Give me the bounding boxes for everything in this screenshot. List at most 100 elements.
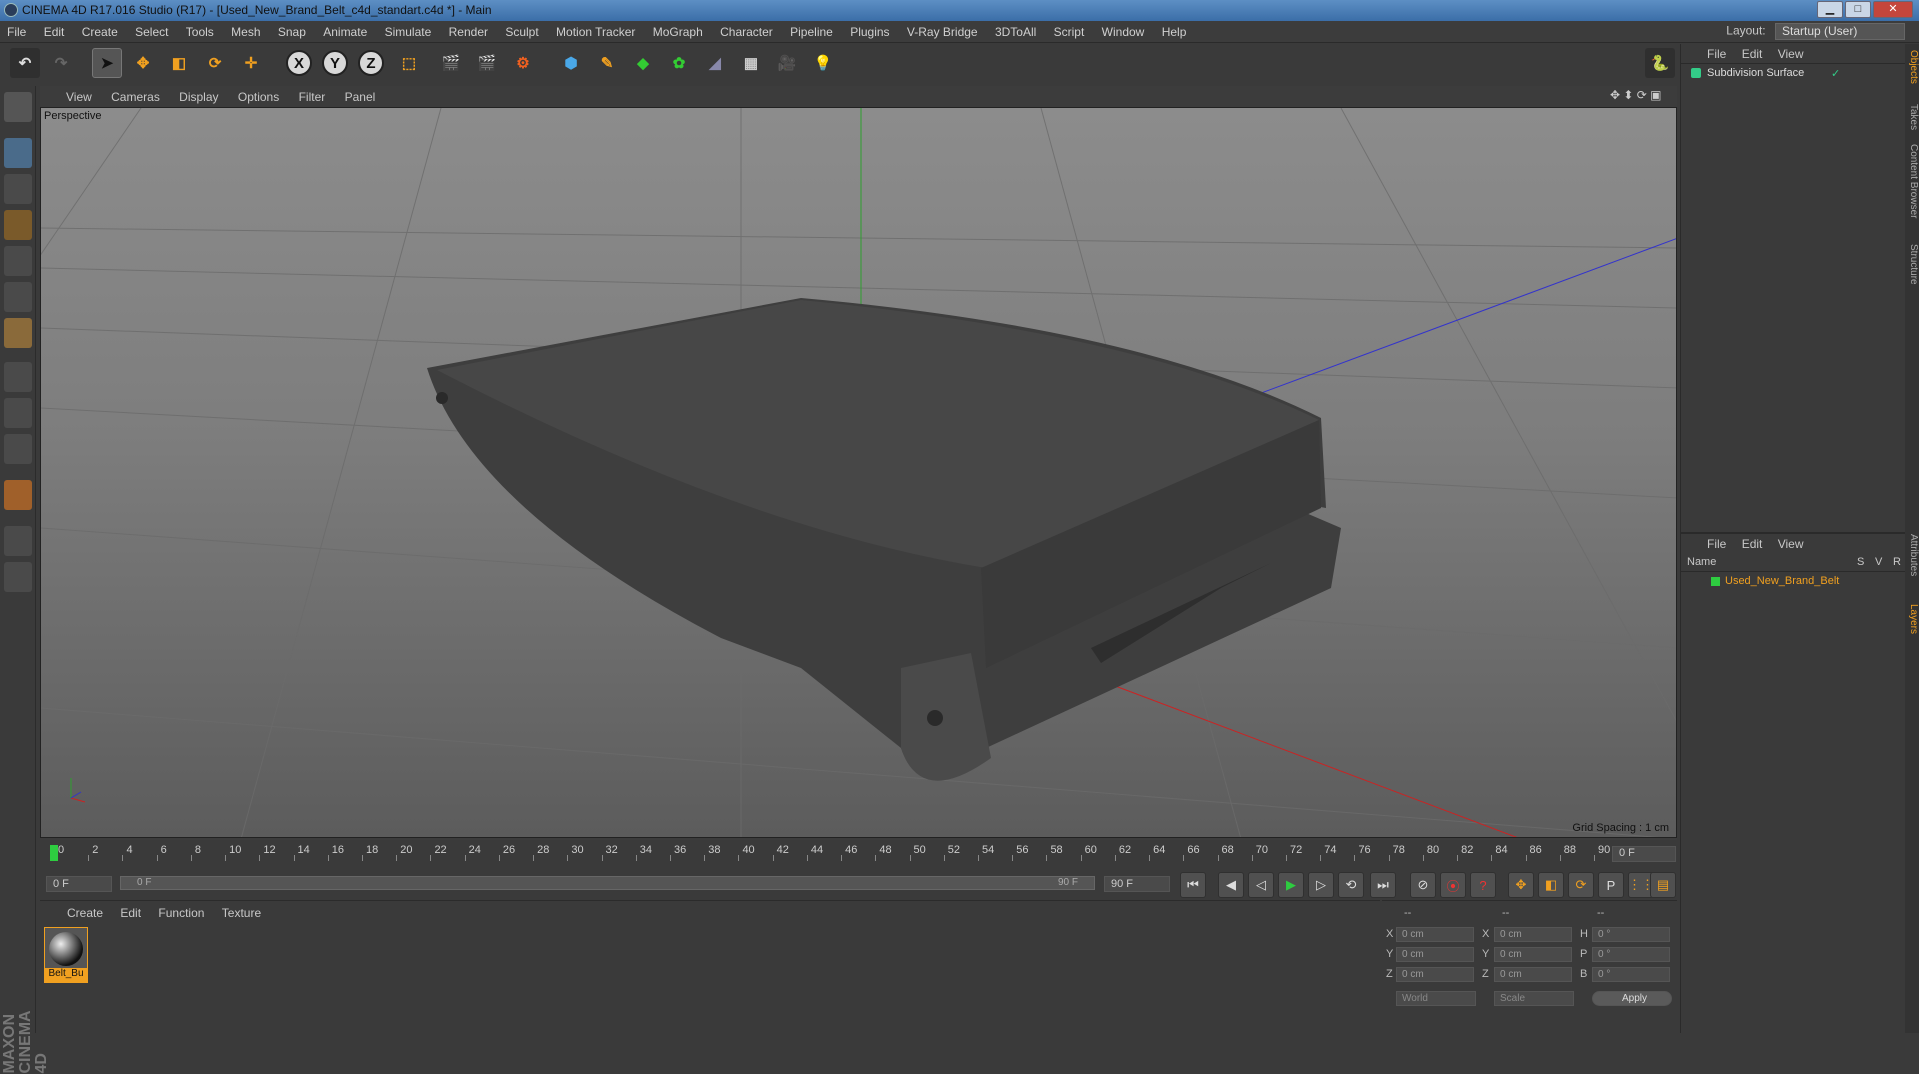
layers-menu-view[interactable]: View: [1772, 534, 1810, 554]
move-tool-icon[interactable]: ✥: [128, 48, 158, 78]
play-icon[interactable]: ▶: [1278, 872, 1304, 898]
tab-content-browser[interactable]: Content Browser: [1905, 144, 1919, 218]
rotate-tool-icon[interactable]: ⟳: [200, 48, 230, 78]
rotation-b-field[interactable]: 0 °: [1592, 967, 1670, 982]
key-rotation-icon[interactable]: ⟳: [1568, 872, 1594, 898]
current-frame-field[interactable]: 0 F: [1612, 846, 1676, 862]
snap-icon[interactable]: [4, 434, 32, 464]
menu-window[interactable]: Window: [1095, 21, 1152, 43]
apply-button[interactable]: Apply: [1592, 991, 1672, 1006]
rotation-h-field[interactable]: 0 °: [1592, 927, 1670, 942]
close-button[interactable]: ✕: [1873, 1, 1913, 18]
objects-menu-edit[interactable]: Edit: [1736, 44, 1769, 64]
minimize-button[interactable]: ▁: [1817, 1, 1843, 18]
previous-keyframe-icon[interactable]: ◀: [1218, 872, 1244, 898]
menu-snap[interactable]: Snap: [271, 21, 313, 43]
layout-dropdown[interactable]: Startup (User): [1775, 23, 1905, 40]
viewport-menu-display[interactable]: Display: [171, 88, 226, 106]
python-icon[interactable]: 🐍: [1645, 48, 1675, 78]
pen-spline-icon[interactable]: ✎: [592, 48, 622, 78]
x-axis-lock-button[interactable]: X: [286, 50, 312, 76]
menu-render[interactable]: Render: [442, 21, 495, 43]
viewport-menu-panel[interactable]: Panel: [337, 88, 384, 106]
menu-plugins[interactable]: Plugins: [843, 21, 896, 43]
size-y-field[interactable]: 0 cm: [1494, 947, 1572, 962]
playhead[interactable]: [50, 845, 58, 861]
undo-icon[interactable]: ↶: [10, 48, 40, 78]
polygons-mode-icon[interactable]: [4, 318, 32, 348]
object-row[interactable]: Subdivision Surface ✓: [1681, 66, 1906, 82]
viewport-menu-cameras[interactable]: Cameras: [103, 88, 168, 106]
layers-menu-file[interactable]: File: [1701, 534, 1732, 554]
rotation-p-field[interactable]: 0 °: [1592, 947, 1670, 962]
key-scale-icon[interactable]: ◧: [1538, 872, 1564, 898]
light-object-icon[interactable]: 💡: [808, 48, 838, 78]
keyframe-selection-icon[interactable]: ?: [1470, 872, 1496, 898]
preview-range-slider[interactable]: 0 F 90 F: [120, 876, 1095, 890]
edges-mode-icon[interactable]: [4, 282, 32, 312]
menu-3dtoall[interactable]: 3DToAll: [988, 21, 1043, 43]
cube-object-icon[interactable]: ⬢: [556, 48, 586, 78]
viewport-menu-view[interactable]: View: [58, 88, 100, 106]
position-x-field[interactable]: 0 cm: [1396, 927, 1474, 942]
end-frame-field[interactable]: 90 F: [1104, 876, 1170, 892]
planar-workplane-icon[interactable]: [4, 562, 32, 592]
z-axis-lock-button[interactable]: Z: [358, 50, 384, 76]
layer-row[interactable]: Used_New_Brand_Belt: [1681, 574, 1906, 590]
menu-script[interactable]: Script: [1047, 21, 1092, 43]
menu-select[interactable]: Select: [128, 21, 175, 43]
lock-workplane-icon[interactable]: [4, 526, 32, 556]
menu-create[interactable]: Create: [75, 21, 125, 43]
menu-tools[interactable]: Tools: [179, 21, 221, 43]
tweak-mode-icon[interactable]: [4, 398, 32, 428]
select-tool-icon[interactable]: ➤: [92, 48, 122, 78]
axis-mode-icon[interactable]: [4, 362, 32, 392]
material-menu-create[interactable]: Create: [60, 903, 110, 923]
timeline-ruler[interactable]: 0 2 4 6 8 10 12 14 16 18 20 22 24 26 28 30 32 34 36 38 40 42 4…: [50, 843, 1610, 861]
workplane-mode-icon[interactable]: [4, 210, 32, 240]
subdivision-surface-icon[interactable]: ◆: [628, 48, 658, 78]
menu-mesh[interactable]: Mesh: [224, 21, 267, 43]
y-axis-lock-button[interactable]: Y: [322, 50, 348, 76]
size-x-field[interactable]: 0 cm: [1494, 927, 1572, 942]
tab-attributes[interactable]: Attributes: [1905, 534, 1919, 576]
autokey-icon[interactable]: ⦿: [1440, 872, 1466, 898]
key-parameter-icon[interactable]: P: [1598, 872, 1624, 898]
menu-file[interactable]: File: [0, 21, 33, 43]
tab-objects[interactable]: Objects: [1905, 50, 1919, 84]
points-mode-icon[interactable]: [4, 246, 32, 276]
menu-simulate[interactable]: Simulate: [378, 21, 439, 43]
key-position-icon[interactable]: ✥: [1508, 872, 1534, 898]
texture-mode-icon[interactable]: [4, 174, 32, 204]
menu-vray-bridge[interactable]: V-Ray Bridge: [900, 21, 985, 43]
loop-icon[interactable]: ⟲: [1338, 872, 1364, 898]
tab-structure[interactable]: Structure: [1905, 244, 1919, 285]
objects-menu-view[interactable]: View: [1772, 44, 1810, 64]
camera-object-icon[interactable]: 🎥: [772, 48, 802, 78]
go-to-start-icon[interactable]: ⏮: [1180, 872, 1206, 898]
render-view-icon[interactable]: 🎬: [436, 48, 466, 78]
model-mode-icon[interactable]: [4, 138, 32, 168]
viewport-nav-icons[interactable]: ✥ ⬍ ⟳ ▣: [1610, 88, 1662, 102]
position-z-field[interactable]: 0 cm: [1396, 967, 1474, 982]
timeline-window-icon[interactable]: ▤: [1650, 872, 1676, 898]
visibility-check-icon[interactable]: ✓: [1831, 67, 1840, 80]
magnet-icon[interactable]: [4, 480, 32, 510]
world-dropdown[interactable]: World: [1396, 991, 1476, 1006]
menu-character[interactable]: Character: [713, 21, 780, 43]
array-object-icon[interactable]: ✿: [664, 48, 694, 78]
coordinate-system-icon[interactable]: ⬚: [394, 48, 424, 78]
deformer-icon[interactable]: ◢: [700, 48, 730, 78]
material-swatch[interactable]: Belt_Bu: [44, 927, 88, 983]
menu-pipeline[interactable]: Pipeline: [783, 21, 840, 43]
maximize-button[interactable]: □: [1845, 1, 1871, 18]
redo-icon[interactable]: ↷: [46, 48, 76, 78]
material-menu-texture[interactable]: Texture: [215, 903, 268, 923]
menu-motion-tracker[interactable]: Motion Tracker: [549, 21, 642, 43]
make-editable-icon[interactable]: [4, 92, 32, 122]
tab-layers[interactable]: Layers: [1905, 604, 1919, 634]
floor-object-icon[interactable]: ▦: [736, 48, 766, 78]
render-settings-icon[interactable]: ⚙: [508, 48, 538, 78]
menu-mograph[interactable]: MoGraph: [646, 21, 710, 43]
menu-edit[interactable]: Edit: [37, 21, 72, 43]
